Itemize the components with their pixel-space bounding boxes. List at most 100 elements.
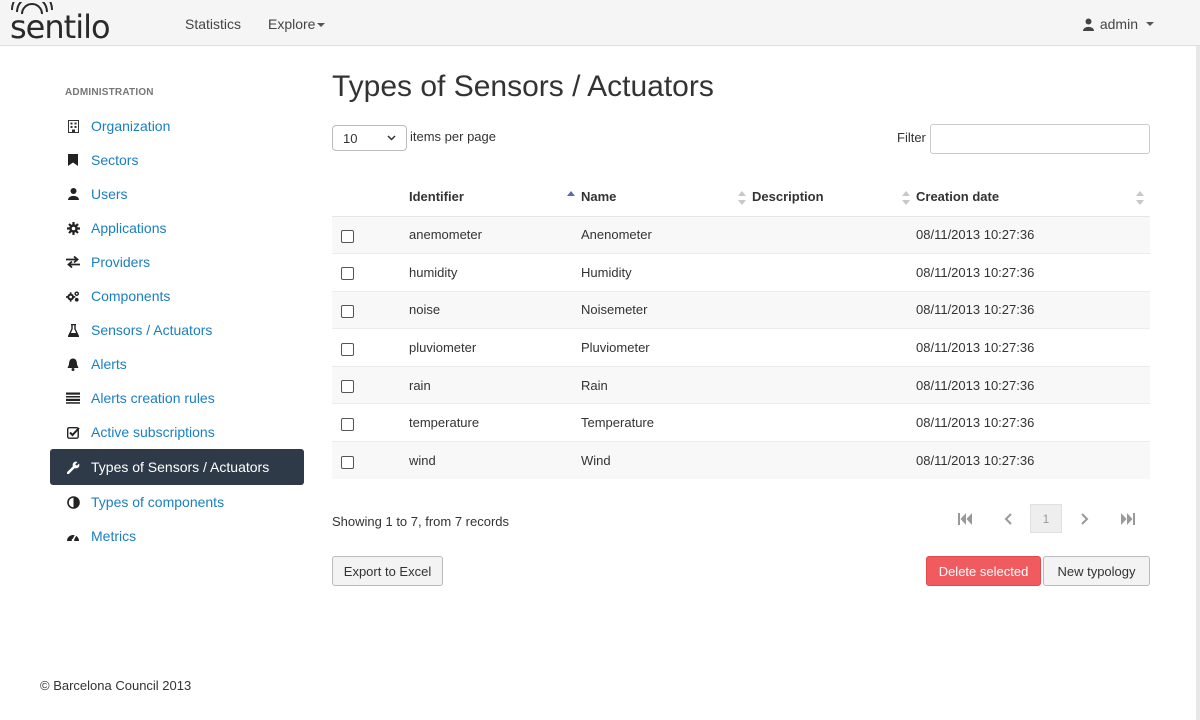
export-to-excel-button[interactable]: Export to Excel: [332, 556, 443, 586]
select-cell: [332, 441, 409, 480]
sidebar-item-components[interactable]: Components: [50, 279, 304, 313]
identifier-cell: pluviometer: [409, 328, 581, 367]
description-cell: [752, 215, 916, 254]
sidebar-item-sectors[interactable]: Sectors: [50, 143, 304, 177]
scrollbar-track[interactable]: [1196, 46, 1200, 720]
check-square-icon: [66, 425, 80, 439]
creation-date-cell: 08/11/2013 10:27:36: [916, 290, 1150, 329]
table-row[interactable]: pluviometer Pluviometer 08/11/2013 10:27…: [332, 328, 1150, 367]
admin-sidebar: ADMINISTRATION Organization Sectors User…: [50, 80, 304, 553]
row-checkbox[interactable]: [341, 380, 354, 394]
bookmark-icon: [66, 153, 80, 167]
sidebar-item-types-of-sensors-actuators[interactable]: Types of Sensors / Actuators: [50, 449, 304, 485]
row-checkbox[interactable]: [341, 455, 354, 469]
column-header-label: Name: [581, 189, 617, 205]
first-page-button[interactable]: [949, 504, 981, 534]
creation-date-cell: 08/11/2013 10:27:36: [916, 365, 1150, 404]
sidebar-item-alerts[interactable]: Alerts: [50, 347, 304, 381]
sidebar-item-label: Sensors / Actuators: [91, 322, 213, 338]
row-checkbox[interactable]: [341, 304, 354, 318]
sidebar-item-applications[interactable]: Applications: [50, 211, 304, 245]
sidebar-item-label: Users: [91, 186, 128, 202]
sidebar-item-label: Metrics: [91, 528, 137, 544]
sidebar-item-types-of-components[interactable]: Types of components: [50, 485, 304, 519]
user-icon: [1082, 18, 1094, 31]
row-checkbox[interactable]: [341, 229, 354, 243]
table-row[interactable]: temperature Temperature 08/11/2013 10:27…: [332, 403, 1150, 442]
sidebar-item-label: Components: [91, 288, 171, 304]
sidebar-item-alerts-creation-rules[interactable]: Alerts creation rules: [50, 381, 304, 415]
row-checkbox[interactable]: [341, 342, 354, 356]
row-checkbox[interactable]: [341, 417, 354, 431]
items-per-page-select[interactable]: 10: [332, 125, 407, 151]
sidebar-item-label: Alerts: [91, 356, 127, 372]
nav-statistics[interactable]: Statistics: [185, 16, 241, 32]
sidebar-item-label: Alerts creation rules: [91, 390, 215, 406]
column-header-identifier[interactable]: Identifier: [409, 178, 581, 217]
table-header-row: Identifier Name Description Creation dat…: [332, 178, 1150, 217]
bell-icon: [66, 357, 80, 371]
sort-icon: [738, 191, 746, 205]
table-row[interactable]: anemometer Anenometer 08/11/2013 10:27:3…: [332, 215, 1150, 254]
previous-page-button[interactable]: [992, 504, 1024, 534]
chevron-left-icon: [1004, 513, 1012, 525]
table-row[interactable]: wind Wind 08/11/2013 10:27:36: [332, 441, 1150, 480]
sort-ascending-icon: [567, 191, 575, 196]
row-checkbox[interactable]: [341, 267, 354, 281]
wrench-icon: [66, 460, 80, 474]
description-cell: [752, 441, 916, 480]
caret-down-icon: [317, 23, 326, 28]
current-page-button[interactable]: 1: [1030, 504, 1062, 533]
sidebar-item-metrics[interactable]: Metrics: [50, 519, 304, 553]
name-cell: Humidity: [581, 253, 752, 292]
select-cell: [332, 328, 409, 367]
name-cell: Anenometer: [581, 215, 752, 254]
new-typology-button[interactable]: New typology: [1043, 556, 1150, 586]
sentilo-logo[interactable]: sentilo: [8, 2, 148, 44]
identifier-cell: noise: [409, 290, 581, 329]
dashboard-icon: [66, 529, 80, 543]
table-row[interactable]: noise Noisemeter 08/11/2013 10:27:36: [332, 290, 1150, 329]
sidebar-item-users[interactable]: Users: [50, 177, 304, 211]
svg-text:sentilo: sentilo: [10, 8, 110, 44]
description-cell: [752, 403, 916, 442]
column-header-description[interactable]: Description: [752, 178, 916, 217]
creation-date-cell: 08/11/2013 10:27:36: [916, 441, 1150, 480]
name-cell: Temperature: [581, 403, 752, 442]
last-page-button[interactable]: [1112, 504, 1144, 534]
chevron-down-icon: [387, 135, 396, 141]
identifier-cell: wind: [409, 441, 581, 480]
sort-icon: [902, 191, 910, 205]
table-row[interactable]: humidity Humidity 08/11/2013 10:27:36: [332, 253, 1150, 292]
description-cell: [752, 328, 916, 367]
column-header-label: Identifier: [409, 189, 464, 205]
column-header-creation-date[interactable]: Creation date: [916, 178, 1150, 217]
sidebar-item-sensors-actuators[interactable]: Sensors / Actuators: [50, 313, 304, 347]
typologies-table: Identifier Name Description Creation dat…: [332, 178, 1150, 480]
caret-down-icon: [1146, 22, 1154, 26]
name-cell: Wind: [581, 441, 752, 480]
column-header-name[interactable]: Name: [581, 178, 752, 217]
column-header-label: Description: [752, 189, 824, 205]
sidebar-item-label: Providers: [91, 254, 151, 270]
select-cell: [332, 253, 409, 292]
delete-selected-button[interactable]: Delete selected: [926, 556, 1041, 586]
filter-input[interactable]: [930, 124, 1150, 154]
description-cell: [752, 365, 916, 404]
table-row[interactable]: rain Rain 08/11/2013 10:27:36: [332, 365, 1150, 404]
nav-explore-dropdown[interactable]: Explore: [268, 16, 326, 32]
user-menu-dropdown[interactable]: admin: [1082, 16, 1154, 32]
records-summary: Showing 1 to 7, from 7 records: [332, 514, 510, 529]
list-icon: [66, 391, 80, 405]
sidebar-item-label: Applications: [91, 220, 167, 236]
page-title: Types of Sensors / Actuators: [332, 70, 714, 103]
description-cell: [752, 290, 916, 329]
sidebar-item-label: Active subscriptions: [91, 424, 215, 440]
sidebar-item-label: Types of Sensors / Actuators: [91, 459, 270, 475]
select-cell: [332, 290, 409, 329]
sidebar-item-providers[interactable]: Providers: [50, 245, 304, 279]
sidebar-item-active-subscriptions[interactable]: Active subscriptions: [50, 415, 304, 449]
next-page-button[interactable]: [1069, 504, 1101, 534]
sidebar-item-organization[interactable]: Organization: [50, 109, 304, 143]
user-icon: [66, 187, 80, 201]
